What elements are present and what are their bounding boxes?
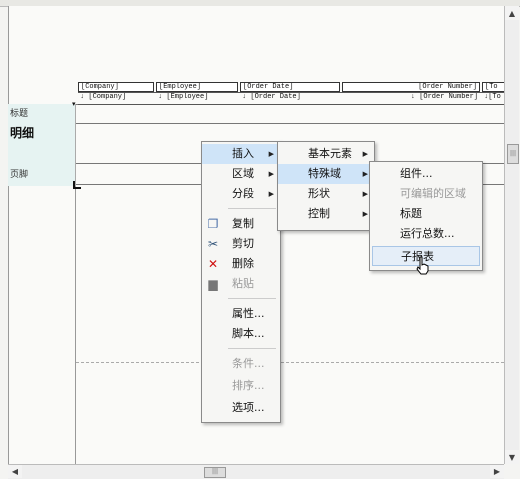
horizontal-scrollbar[interactable]: ◀ ||| ▶: [8, 464, 504, 479]
section-label-detail: 明细: [10, 126, 35, 140]
detail-field-order-date[interactable]: ↓ [Order Date]: [240, 93, 340, 102]
header-field-employee[interactable]: [Employee]: [156, 82, 238, 92]
page-break-guide: [76, 362, 504, 363]
menu-item-properties[interactable]: 属性...: [202, 304, 280, 324]
menu-item-cut[interactable]: ✂ 剪切: [202, 234, 280, 254]
left-margin-guide: [75, 186, 76, 464]
scroll-left-icon[interactable]: ◀: [8, 465, 22, 478]
vertical-scroll-thumb[interactable]: |||: [507, 144, 519, 164]
menu-separator: [228, 298, 276, 299]
submenu-arrow-icon: ▶: [362, 210, 368, 218]
menu-item-sort[interactable]: 排序...: [202, 376, 280, 396]
context-menu: 插入 ▶ 区域 ▶ 分段 ▶ ❐ 复制 ✂ 剪切 ✕ 删除 ▆ 粘贴 属性... 脚本... …: [201, 141, 281, 423]
submenu-item-basic-elements[interactable]: 基本元素 ▶: [278, 144, 374, 164]
menu-item-copy[interactable]: ❐ 复制: [202, 214, 280, 234]
submenu-item-special-field[interactable]: 特殊域 ▶: [278, 164, 374, 184]
submenu-arrow-icon: ▶: [362, 170, 368, 178]
horizontal-scroll-thumb[interactable]: |||: [204, 467, 226, 478]
section-divider: [76, 123, 504, 124]
submenu-arrow-icon: ▶: [362, 150, 368, 158]
submenu-item-title[interactable]: 标题: [370, 204, 482, 224]
vertical-scrollbar[interactable]: ▲ ||| ▼: [504, 6, 519, 464]
header-field-order-number[interactable]: [Order Number]: [342, 82, 480, 92]
submenu-arrow-icon: ▶: [268, 170, 274, 178]
scissors-icon: ✂: [207, 237, 219, 251]
footer-corner-marker: [73, 181, 81, 189]
insert-submenu: 基本元素 ▶ 特殊域 ▶ 形状 ▶ 控制 ▶: [277, 141, 375, 231]
header-field-total[interactable]: [To: [482, 82, 504, 92]
menu-item-options[interactable]: 选项...: [202, 398, 280, 418]
section-label-title: 标题: [10, 109, 29, 119]
paste-icon: ▆: [208, 277, 218, 291]
submenu-arrow-icon: ▶: [362, 190, 368, 198]
submenu-item-control[interactable]: 控制 ▶: [278, 204, 374, 224]
detail-field-company[interactable]: ↓ [Company]: [78, 93, 154, 102]
detail-field-employee[interactable]: ↓ [Employee]: [156, 93, 238, 102]
detail-anchor-marker: ▾: [72, 100, 76, 108]
submenu-item-shape[interactable]: 形状 ▶: [278, 184, 374, 204]
menu-item-paste[interactable]: ▆ 粘贴: [202, 274, 280, 294]
section-label-footer: 页脚: [10, 170, 29, 180]
detail-field-total[interactable]: ↓[To: [482, 93, 504, 102]
copy-icon: ❐: [207, 217, 219, 231]
scroll-down-icon[interactable]: ▼: [505, 450, 519, 464]
submenu-arrow-icon: ▶: [268, 190, 274, 198]
scroll-up-icon[interactable]: ▲: [505, 6, 519, 20]
header-field-company[interactable]: [Company]: [78, 82, 154, 92]
header-field-order-date[interactable]: [Order Date]: [240, 82, 340, 92]
submenu-item-editable-region[interactable]: 可编辑的区域: [370, 184, 482, 204]
delete-x-icon: ✕: [207, 257, 219, 271]
submenu-arrow-icon: ▶: [268, 150, 274, 158]
section-divider: [76, 104, 504, 105]
menu-item-insert[interactable]: 插入 ▶: [202, 144, 280, 164]
submenu-item-running-total[interactable]: 运行总数...: [370, 224, 482, 244]
menu-separator: [228, 348, 276, 349]
menu-item-condition[interactable]: 条件...: [202, 354, 280, 374]
menu-item-delete[interactable]: ✕ 删除: [202, 254, 280, 274]
hand-cursor-icon: [416, 256, 429, 275]
detail-field-order-number[interactable]: ↓ [Order Number]: [342, 93, 480, 102]
menu-separator: [228, 208, 276, 209]
menu-item-section[interactable]: 分段 ▶: [202, 184, 280, 204]
scroll-right-icon[interactable]: ▶: [490, 465, 504, 478]
special-field-submenu: 组件... 可编辑的区域 标题 运行总数... 子报表: [369, 161, 483, 271]
submenu-item-component[interactable]: 组件...: [370, 164, 482, 184]
menu-item-script[interactable]: 脚本...: [202, 324, 280, 344]
menu-item-region[interactable]: 区域 ▶: [202, 164, 280, 184]
